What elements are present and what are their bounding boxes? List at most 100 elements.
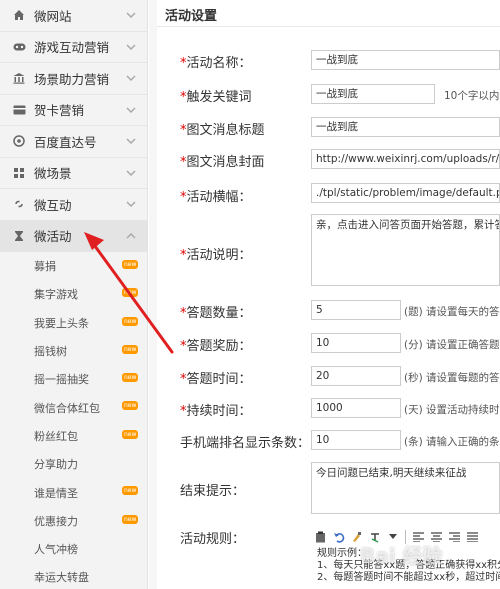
home-icon [12,8,26,22]
name-input[interactable]: 一战到底 [311,50,500,70]
card-icon [12,103,26,117]
field-label-duration: *持续时间： [180,404,252,419]
submenu-item[interactable]: 粉丝红包 new [0,422,147,450]
menu-label: 微互动 [34,197,72,213]
banner-input[interactable]: ./tpl/static/problem/image/default.png [311,183,500,203]
field-label-banner: *活动横幅： [180,190,252,205]
rank-input[interactable]: 10 [311,430,401,450]
main-area: 活动设置 *活动名称： 一战到底 *触发关键词 一战到底 10个字以内 *图文消… [149,0,500,589]
menu-label: 贺卡营销 [34,103,85,119]
submenu-item[interactable]: 摇钱树 new [0,337,147,365]
time-input[interactable]: 20 [311,366,401,386]
dropdown-icon[interactable] [385,530,400,545]
desc-textarea[interactable]: 亲，点击进入问答页面开始答题，累计答题 [311,214,500,286]
menu-item-weiwangzhan[interactable]: 微网站 [0,0,147,32]
new-badge: new [122,344,139,354]
align-center-icon[interactable] [429,530,444,545]
gamepad-icon [12,40,26,54]
new-badge: new [122,288,139,298]
new-badge: new [122,429,139,439]
chevron-down-icon[interactable] [125,41,137,53]
menu-label: 游戏互动营销 [34,40,110,56]
chevron-down-icon[interactable] [125,9,137,21]
rank-unit: (条) 请输入正确的条数 [404,436,500,448]
menu-label: 微活动 [34,229,72,245]
menu-label: 微网站 [34,8,72,24]
news-title-input[interactable]: 一战到底 [311,117,500,137]
chevron-down-icon[interactable] [125,167,137,179]
hourglass-icon [12,229,26,243]
toolbar-separator [405,530,406,544]
menu-item-card-marketing[interactable]: 贺卡营销 [0,95,147,126]
keyword-input[interactable]: 一战到底 [311,84,435,104]
chevron-down-icon[interactable] [125,198,137,210]
puzzle-icon [12,166,26,180]
submenu-item[interactable]: 幸运大转盘 [0,563,147,589]
field-label-time: *答题时间： [180,372,252,387]
divider [157,26,500,27]
news-cover-input[interactable]: http://www.weixinrj.com/uploads/r/rnn [311,149,500,169]
new-badge: new [122,260,139,269]
reward-unit: (分) 请设置正确答题的 [404,339,500,351]
count-unit: (题) 请设置每天的答题 [404,306,500,318]
chevron-up-icon[interactable] [125,230,137,242]
field-label-name: *活动名称： [180,56,252,71]
rules-editor-content[interactable]: 规则示例： 1、每天只能答xx题，答题正确获得xx积分 2、每题答题时间不能超过… [317,548,500,584]
menu-label: 微场景 [34,166,72,182]
new-badge: new [122,514,139,524]
format-clear-icon[interactable] [367,530,382,545]
submenu-list: 募捐 new 集字游戏 new 我要上头条 new 摇钱树 new 摇一摇抽奖 new 微… [0,252,147,589]
menu-item-weichangjing[interactable]: 微场景 [0,158,147,189]
menu-item-weihuodong[interactable]: 微活动 [0,220,147,252]
brush-icon[interactable] [349,530,364,545]
end-tip-textarea[interactable]: 今日问题已结束,明天继续来征战 [311,462,500,514]
duration-unit: (天) 设置活动持续时间 [404,404,500,416]
field-label-news-cover: *图文消息封面 [180,155,265,170]
field-label-count: *答题数量： [180,306,252,321]
new-badge: new [122,373,139,383]
menu-label: 百度直达号 [34,134,97,150]
duration-input[interactable]: 1000 [311,398,401,418]
menu-item-baidu[interactable]: 百度直达号 [0,126,147,158]
new-badge: new [122,401,139,411]
menu-item-weihudong[interactable]: 微互动 [0,189,147,221]
field-label-keyword: *触发关键词 [180,90,252,105]
chain-icon [12,197,26,211]
chevron-down-icon[interactable] [125,104,137,116]
field-label-news-title: *图文消息标题 [180,123,265,138]
align-right-icon[interactable] [447,530,462,545]
keyword-hint: 10个字以内 [444,90,500,102]
page-title: 活动设置 [165,9,218,24]
new-badge: new [122,486,139,496]
chevron-down-icon[interactable] [125,72,137,84]
submenu-item[interactable]: 分享助力 [0,450,147,478]
time-unit: (秒) 请设置每题的答题 [404,372,500,384]
reward-input[interactable]: 10 [311,333,401,353]
submenu-item[interactable]: 谁是情圣 new [0,478,147,506]
count-input[interactable]: 5 [311,300,401,320]
chevron-down-icon[interactable] [125,135,137,147]
editor-toolbar [311,527,500,547]
submenu-item[interactable]: 摇一摇抽奖 new [0,365,147,393]
align-justify-icon[interactable] [465,530,480,545]
submenu-item[interactable]: 微信合体红包 new [0,393,147,421]
settings-panel: 活动设置 *活动名称： 一战到底 *触发关键词 一战到底 10个字以内 *图文消… [157,0,500,589]
field-label-rules: 活动规则： [180,532,246,547]
align-left-icon[interactable] [411,530,426,545]
field-label-end-tip: 结束提示： [180,484,246,499]
submenu-item[interactable]: 人气冲榜 [0,535,147,563]
menu-label: 场景助力营销 [34,71,110,87]
field-label-rank: 手机端排名显示条数： [180,436,311,451]
menu-item-scene-marketing[interactable]: 场景助力营销 [0,63,147,95]
submenu-item[interactable]: 集字游戏 new [0,280,147,308]
field-label-desc: *活动说明： [180,248,252,263]
field-label-reward: *答题奖励： [180,339,252,354]
sidebar: 微网站 游戏互动营销 场景助力营销 贺卡营销 百度直达号 微场景 微互动 微活动… [0,0,148,589]
submenu-item[interactable]: 优惠接力 new [0,507,147,535]
bank-icon [12,71,26,85]
undo-icon[interactable] [331,530,346,545]
submenu-item[interactable]: 募捐 new [0,252,147,280]
menu-item-game-marketing[interactable]: 游戏互动营销 [0,32,147,63]
paste-icon[interactable] [313,530,328,545]
submenu-item[interactable]: 我要上头条 new [0,309,147,337]
